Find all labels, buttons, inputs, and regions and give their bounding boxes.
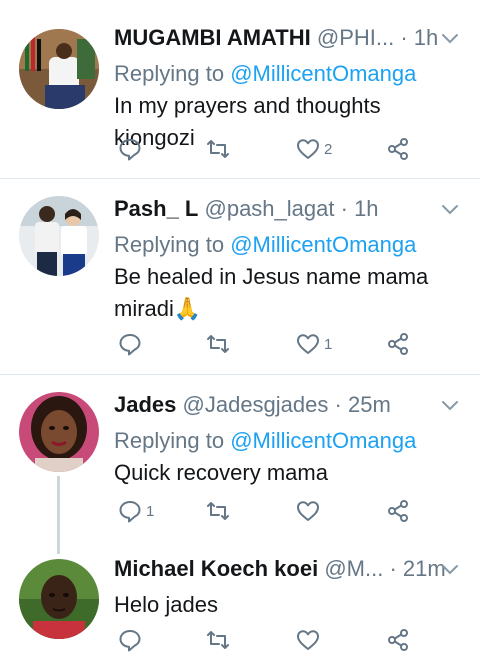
user-handle[interactable]: @Jadesgjades [183, 392, 329, 417]
chevron-down-icon[interactable] [440, 395, 460, 415]
tweet-item[interactable]: MUGAMBI AMATHI @PHI... · 1h Replying to … [0, 0, 480, 178]
heart-icon [297, 630, 319, 650]
reply-icon [119, 334, 141, 356]
reply-button[interactable] [118, 627, 146, 653]
replying-to: Replying to @MillicentOmanga [114, 58, 466, 90]
share-button[interactable] [386, 331, 410, 357]
like-count: 1 [324, 335, 333, 353]
mention-link[interactable]: @MillicentOmanga [230, 428, 416, 453]
like-button[interactable] [296, 498, 324, 524]
timestamp[interactable]: 25m [348, 392, 391, 417]
tweet-header: Michael Koech koei @M... · 21m [114, 553, 466, 589]
timestamp[interactable]: 1h [414, 25, 438, 50]
reply-button[interactable] [118, 136, 146, 162]
heart-icon [297, 139, 319, 159]
retweet-button[interactable] [206, 627, 234, 653]
retweet-button[interactable] [206, 136, 234, 162]
share-button[interactable] [386, 627, 410, 653]
reply-icon [119, 501, 141, 523]
tweet-item[interactable]: Pash_ L @pash_lagat · 1h Replying to @Mi… [0, 179, 480, 374]
user-handle[interactable]: @pash_lagat [205, 196, 335, 221]
tweet-actions: 1 [114, 498, 414, 524]
replying-to-label: Replying to [114, 232, 225, 257]
tweet-header: Pash_ L @pash_lagat · 1h [114, 193, 466, 229]
mention-link[interactable]: @MillicentOmanga [230, 232, 416, 257]
tweet-header: Jades @Jadesgjades · 25m [114, 389, 466, 425]
tweet-header: MUGAMBI AMATHI @PHI... · 1h [114, 22, 466, 58]
chevron-down-icon[interactable] [440, 559, 460, 579]
mention-link[interactable]: @MillicentOmanga [230, 61, 416, 86]
reply-button[interactable] [118, 331, 146, 357]
retweet-icon [207, 502, 229, 520]
separator-dot: · [400, 25, 408, 50]
avatar[interactable] [19, 29, 99, 109]
avatar[interactable] [19, 559, 99, 639]
display-name[interactable]: Jades [114, 392, 176, 417]
retweet-button[interactable] [206, 498, 234, 524]
retweet-icon [207, 335, 229, 353]
retweet-icon [207, 140, 229, 158]
tweet-text: Helo jades [114, 592, 218, 617]
separator-dot: · [389, 556, 397, 581]
display-name[interactable]: Pash_ L [114, 196, 198, 221]
reply-count: 1 [146, 502, 155, 520]
avatar[interactable] [19, 392, 99, 472]
display-name[interactable]: MUGAMBI AMATHI [114, 25, 311, 50]
share-button[interactable] [386, 136, 410, 162]
reply-icon [119, 139, 141, 161]
separator-dot: · [340, 196, 348, 221]
tweet-text: Quick recovery mama [114, 460, 328, 485]
tweet-text: Be healed in Jesus name mama miradi🙏 [114, 261, 466, 325]
tweet-actions [114, 627, 414, 653]
replying-to-label: Replying to [114, 428, 225, 453]
replying-to-label: Replying to [114, 61, 225, 86]
retweet-icon [207, 631, 229, 649]
like-count: 2 [324, 140, 333, 158]
reply-button[interactable]: 1 [118, 498, 154, 524]
tweet-item[interactable]: Michael Koech koei @M... · 21m Helo jade… [0, 545, 480, 653]
tweet-text-line: Be healed in Jesus name mama [114, 264, 429, 289]
thread-connector [57, 476, 60, 554]
share-icon [388, 333, 408, 355]
display-name[interactable]: Michael Koech koei [114, 556, 318, 581]
timestamp[interactable]: 1h [354, 196, 378, 221]
tweet-item[interactable]: Jades @Jadesgjades · 25m Replying to @Mi… [0, 375, 480, 554]
like-button[interactable] [296, 627, 324, 653]
separator-dot: · [334, 392, 342, 417]
user-handle[interactable]: @PHI... [317, 25, 394, 50]
share-button[interactable] [386, 498, 410, 524]
replying-to: Replying to @MillicentOmanga [114, 425, 466, 457]
like-button[interactable]: 1 [296, 331, 332, 357]
chevron-down-icon[interactable] [440, 28, 460, 48]
retweet-button[interactable] [206, 331, 234, 357]
user-handle[interactable]: @M... [324, 556, 383, 581]
tweet-actions: 1 [114, 331, 414, 357]
heart-icon [297, 501, 319, 521]
avatar[interactable] [19, 196, 99, 276]
tweet-actions: 2 [114, 136, 414, 162]
reply-icon [119, 630, 141, 652]
heart-icon [297, 334, 319, 354]
share-icon [388, 500, 408, 522]
share-icon [388, 138, 408, 160]
share-icon [388, 629, 408, 651]
replying-to: Replying to @MillicentOmanga [114, 229, 466, 261]
like-button[interactable]: 2 [296, 136, 332, 162]
tweet-text-line: miradi🙏 [114, 296, 202, 321]
chevron-down-icon[interactable] [440, 199, 460, 219]
